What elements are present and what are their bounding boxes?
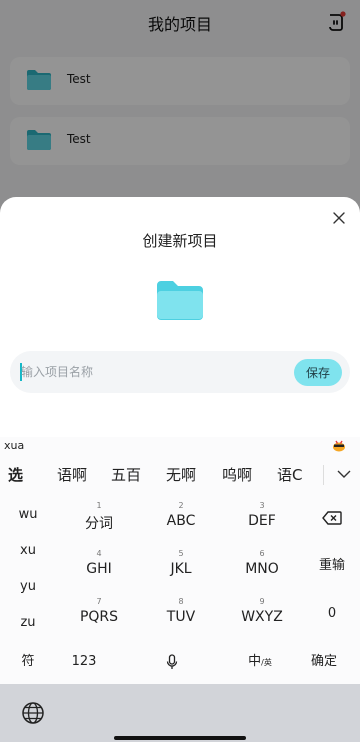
pinyin-option[interactable]: zu: [0, 605, 56, 641]
candidate-divider: [323, 465, 324, 485]
candidate-item[interactable]: 五百: [111, 464, 141, 485]
confirm-key[interactable]: 确定: [300, 647, 348, 677]
key-number: 8: [178, 597, 184, 606]
key-number: 4: [96, 549, 102, 558]
dialog-title: 创建新项目: [142, 232, 218, 250]
key-6[interactable]: 6 MNO: [227, 545, 297, 587]
symbol-key[interactable]: 符: [8, 647, 48, 677]
key-number: 9: [259, 597, 265, 606]
candidate-item[interactable]: 呜啊: [222, 464, 252, 485]
candidate-item[interactable]: 语啊: [57, 464, 87, 485]
key-5[interactable]: 5 JKL: [146, 545, 216, 587]
system-keyboard-bar: [0, 684, 360, 742]
key-number: 7: [96, 597, 102, 606]
language-switch-key[interactable]: 中/英: [240, 647, 280, 677]
language-label: 中: [248, 654, 262, 669]
keyboard-mascot-icon[interactable]: [332, 440, 346, 452]
candidate-selector[interactable]: 选: [8, 464, 23, 485]
key-number: 6: [259, 549, 265, 558]
key-1[interactable]: 1 分词: [64, 497, 134, 539]
project-name-field: 保存: [10, 351, 350, 393]
pinyin-option[interactable]: xu: [0, 533, 56, 569]
key-number: 2: [178, 501, 184, 510]
globe-icon[interactable]: [21, 701, 45, 725]
key-label: MNO: [245, 561, 279, 577]
key-label: ABC: [166, 513, 196, 529]
key-label: WXYZ: [241, 609, 283, 625]
pinyin-option[interactable]: wu: [0, 497, 56, 533]
numeric-key[interactable]: 123: [64, 647, 104, 677]
key-label: PQRS: [79, 609, 119, 625]
composition-text: xua: [4, 439, 25, 452]
microphone-icon: [166, 654, 178, 669]
key-label: GHI: [86, 561, 112, 577]
folder-icon: [157, 281, 203, 320]
reinput-button[interactable]: 重输: [306, 545, 358, 587]
key-number: 1: [96, 501, 102, 510]
chevron-down-icon[interactable]: [336, 467, 352, 481]
key-0[interactable]: 0: [306, 593, 358, 635]
candidate-item[interactable]: 无啊: [166, 464, 196, 485]
key-number: 3: [259, 501, 265, 510]
key-label: 分词: [85, 516, 113, 532]
project-name-input[interactable]: [21, 351, 291, 393]
candidate-bar: 选 语啊 五百 无啊 呜啊 语C: [0, 461, 360, 489]
key-4[interactable]: 4 GHI: [64, 545, 134, 587]
key-3[interactable]: 3 DEF: [227, 497, 297, 539]
key-number: 5: [178, 549, 184, 558]
language-sub-label: /英: [261, 658, 272, 667]
key-label: TUV: [166, 609, 196, 625]
create-project-sheet: 创建新项目 保存: [0, 197, 360, 437]
close-icon[interactable]: [328, 207, 350, 229]
pinyin-option[interactable]: yu: [0, 569, 56, 605]
backspace-icon: [322, 511, 342, 525]
key-8[interactable]: 8 TUV: [146, 593, 216, 635]
key-9[interactable]: 9 WXYZ: [227, 593, 297, 635]
key-2[interactable]: 2 ABC: [146, 497, 216, 539]
voice-key[interactable]: [160, 647, 184, 677]
candidate-item[interactable]: 语C: [277, 464, 302, 485]
backspace-button[interactable]: [306, 497, 358, 539]
home-indicator[interactable]: [114, 736, 246, 740]
key-label: JKL: [170, 561, 192, 577]
save-button[interactable]: 保存: [294, 359, 342, 386]
key-7[interactable]: 7 PQRS: [64, 593, 134, 635]
key-label: DEF: [248, 513, 276, 529]
